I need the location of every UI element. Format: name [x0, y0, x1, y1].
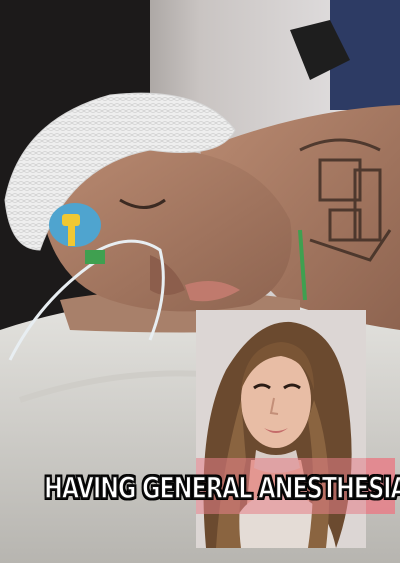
person-speaking-icon [196, 310, 366, 548]
presenter-inset [196, 310, 366, 548]
video-caption: HAVING GENERAL ANESTHESIA [43, 470, 400, 506]
video-frame: HAVING GENERAL ANESTHESIA [0, 0, 400, 563]
